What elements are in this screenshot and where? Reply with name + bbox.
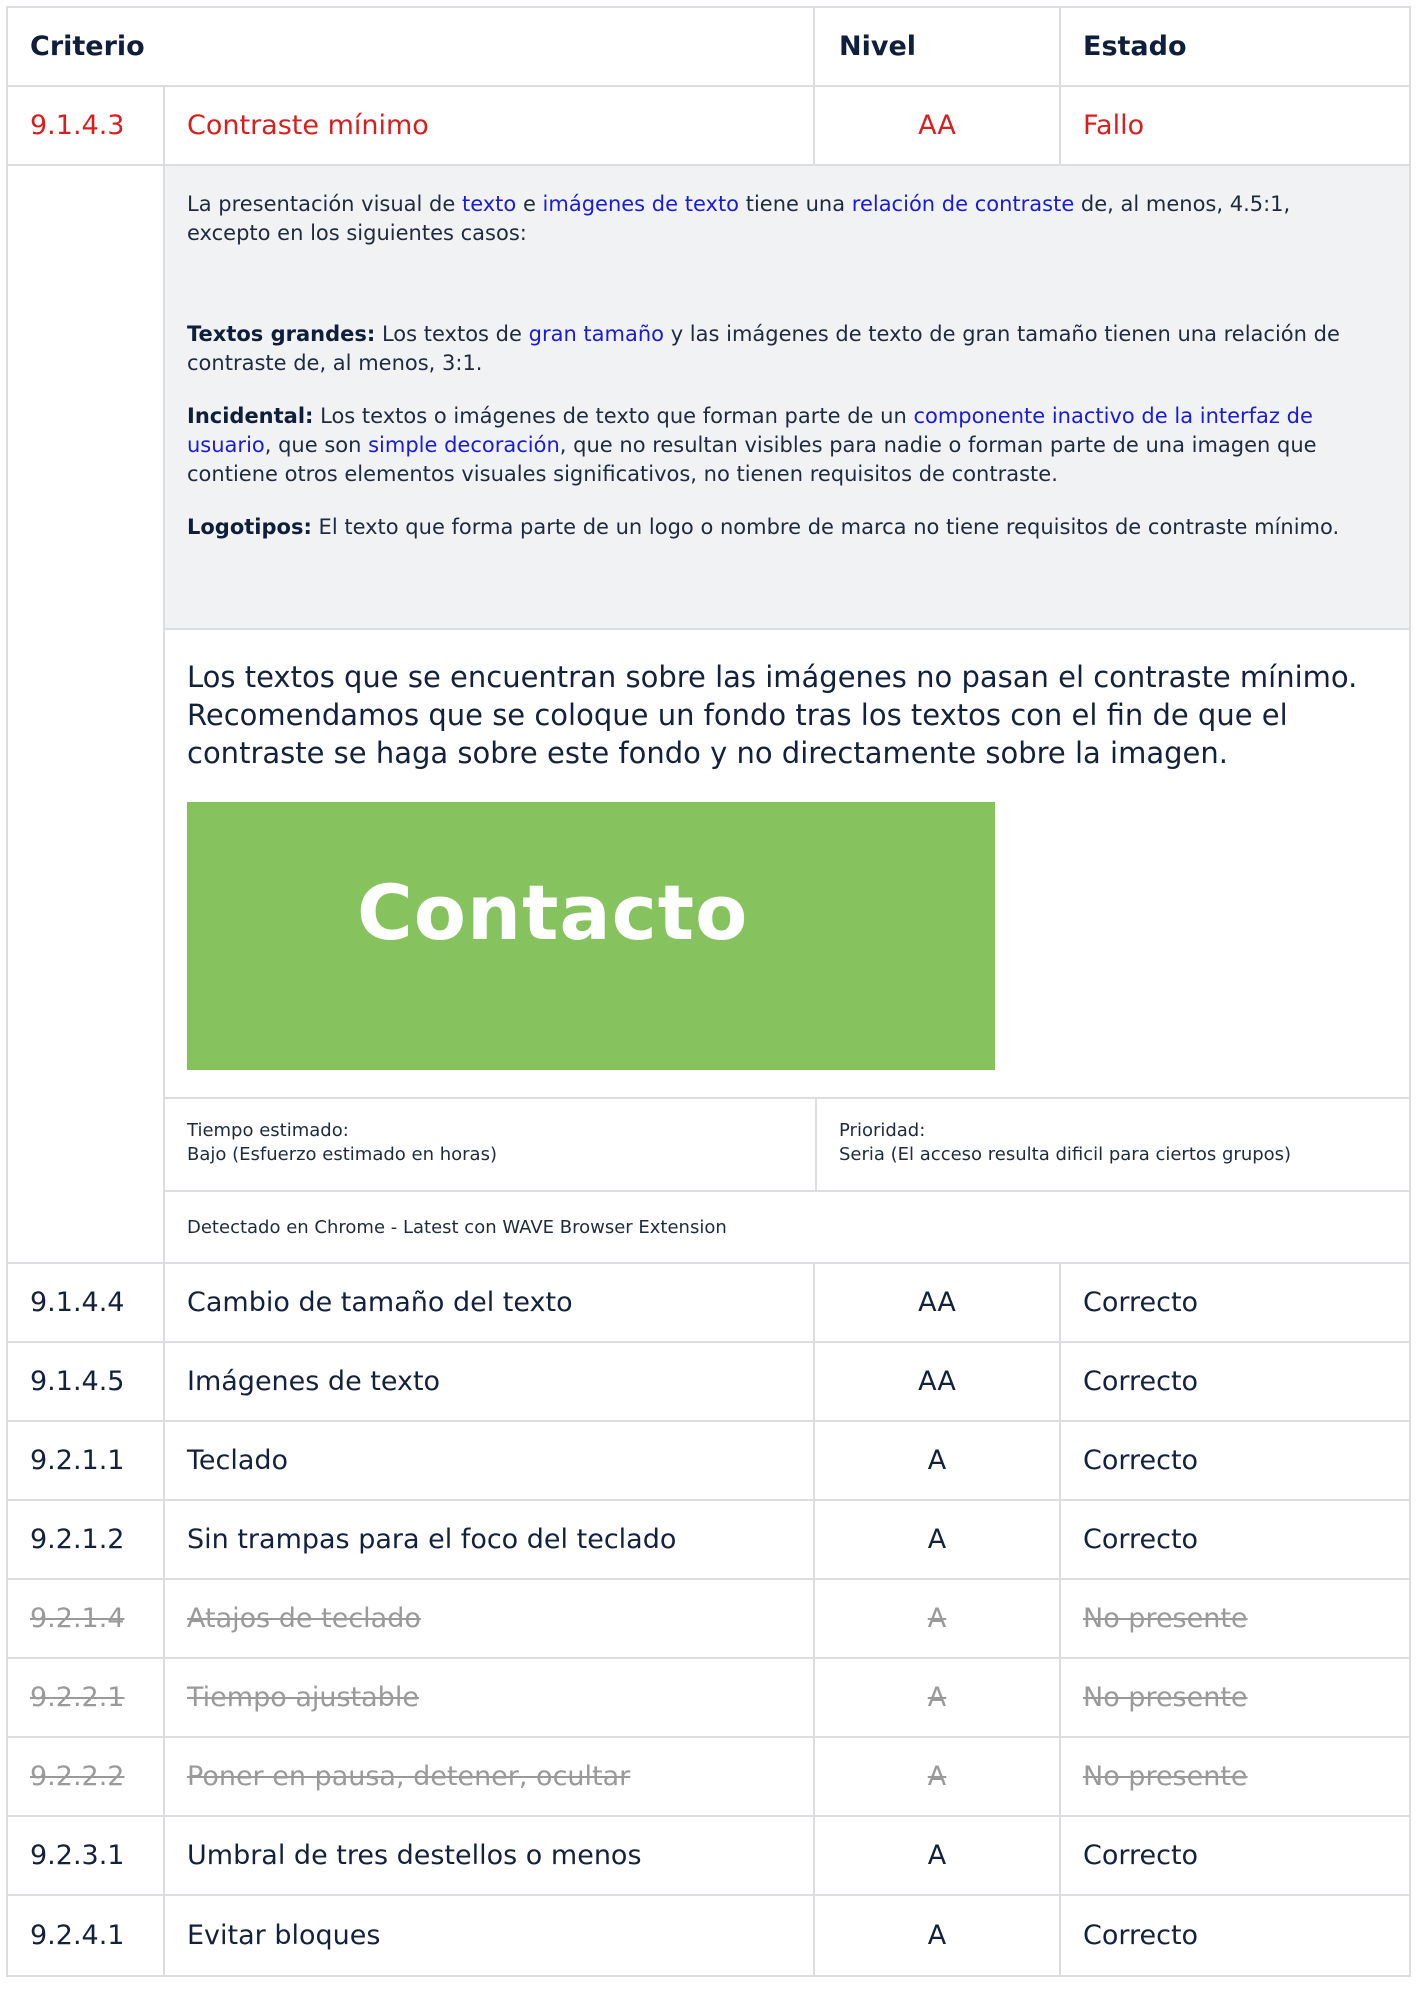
criterion-id: 9.1.4.5	[30, 1366, 125, 1397]
criterion-name: Teclado	[163, 1422, 813, 1499]
criterion-level: A	[813, 1817, 1059, 1894]
criterion-level: AA	[813, 87, 1059, 164]
table-header: Criterio Nivel Estado	[8, 8, 1409, 87]
table-row[interactable]: 9.2.1.4 Atajos de teclado A No presente	[8, 1580, 1409, 1659]
table-row[interactable]: 9.2.4.1 Evitar bloques A Correcto	[8, 1896, 1409, 1975]
criterion-level: A	[813, 1659, 1059, 1736]
criterion-level: AA	[813, 1264, 1059, 1341]
detail-gutter	[8, 166, 163, 1262]
wcag-large-text: Textos grandes: Los textos de gran tamañ…	[187, 322, 1340, 375]
criterion-name: Sin trampas para el foco del teclado	[163, 1501, 813, 1578]
criteria-table: Criterio Nivel Estado 9.1.4.3 Contraste …	[6, 6, 1411, 1977]
criterion-name: Atajos de teclado	[163, 1580, 813, 1657]
criterion-id: 9.1.4.3	[30, 110, 125, 141]
criterion-name: Umbral de tres destellos o menos	[163, 1817, 813, 1894]
criterion-id: 9.2.3.1	[30, 1840, 125, 1871]
criterion-name: Evitar bloques	[163, 1896, 813, 1975]
table-row[interactable]: 9.1.4.4 Cambio de tamaño del texto AA Corre…	[8, 1264, 1409, 1343]
criteria-rows: 9.1.4.4 Cambio de tamaño del texto AA Corre…	[8, 1264, 1409, 1975]
criterion-status: No presente	[1059, 1659, 1409, 1736]
table-row[interactable]: 9.2.2.1 Tiempo ajustable A No presente	[8, 1659, 1409, 1738]
table-row[interactable]: 9.2.1.1 Teclado A Correcto	[8, 1422, 1409, 1501]
contact-image: Contacto	[187, 802, 995, 1070]
criterion-level: A	[813, 1896, 1059, 1975]
estimated-time: Tiempo estimado: Bajo (Esfuerzo estimado…	[187, 1120, 497, 1165]
criterion-detail-panel: La presentación visual de texto e imágen…	[8, 166, 1409, 1264]
criterion-id: 9.2.4.1	[30, 1920, 125, 1951]
header-criterio: Criterio	[30, 31, 145, 62]
link-imagenes-de-texto[interactable]: imágenes de texto	[543, 192, 739, 216]
link-relacion-de-contraste[interactable]: relación de contraste	[852, 192, 1074, 216]
criterion-name: Cambio de tamaño del texto	[163, 1264, 813, 1341]
criterion-level: A	[813, 1501, 1059, 1578]
criterion-level: A	[813, 1580, 1059, 1657]
criterion-id: 9.2.1.1	[30, 1445, 125, 1476]
criterion-id: 9.2.1.2	[30, 1524, 125, 1555]
criterion-name: Tiempo ajustable	[163, 1659, 813, 1736]
table-row[interactable]: 9.1.4.5 Imágenes de texto AA Correcto	[8, 1343, 1409, 1422]
table-row[interactable]: 9.2.1.2 Sin trampas para el foco del tecl…	[8, 1501, 1409, 1580]
criterion-status: Correcto	[1059, 1501, 1409, 1578]
finding-section: Los textos que se encuentran sobre las i…	[165, 630, 1409, 1099]
criterion-name: Imágenes de texto	[163, 1343, 813, 1420]
criterion-status: Correcto	[1059, 1817, 1409, 1894]
criterion-status: Correcto	[1059, 1896, 1409, 1975]
link-texto[interactable]: texto	[462, 192, 516, 216]
criterion-id: 9.2.2.1	[30, 1682, 125, 1713]
criterion-status: Fallo	[1059, 87, 1409, 164]
criterion-id: 9.2.2.2	[30, 1761, 125, 1792]
criterion-name: Contraste mínimo	[163, 87, 813, 164]
criterion-level: A	[813, 1422, 1059, 1499]
wcag-incidental: Incidental: Los textos o imágenes de tex…	[187, 404, 1317, 486]
link-simple-decoracion[interactable]: simple decoración	[368, 433, 560, 457]
table-row[interactable]: 9.2.3.1 Umbral de tres destellos o menos A…	[8, 1817, 1409, 1896]
link-gran-tamano[interactable]: gran tamaño	[529, 322, 664, 346]
finding-text: Los textos que se encuentran sobre las i…	[187, 660, 1358, 770]
criterion-status: No presente	[1059, 1738, 1409, 1815]
detected-in: Detectado en Chrome - Latest con WAVE Br…	[187, 1216, 727, 1238]
criterion-id: 9.2.1.4	[30, 1603, 125, 1634]
criterion-level: AA	[813, 1343, 1059, 1420]
criterion-id: 9.1.4.4	[30, 1287, 125, 1318]
criterion-status: Correcto	[1059, 1343, 1409, 1420]
table-row-expanded[interactable]: 9.1.4.3 Contraste mínimo AA Fallo	[8, 87, 1409, 166]
meta-info: Tiempo estimado: Bajo (Esfuerzo estimado…	[165, 1099, 1409, 1192]
header-estado: Estado	[1059, 8, 1409, 85]
header-nivel: Nivel	[813, 8, 1059, 85]
contact-image-text: Contacto	[357, 868, 749, 957]
criterion-status: No presente	[1059, 1580, 1409, 1657]
criterion-name: Poner en pausa, detener, ocultar	[163, 1738, 813, 1815]
priority: Prioridad: Seria (El acceso resulta difi…	[815, 1099, 1409, 1190]
criterion-status: Correcto	[1059, 1422, 1409, 1499]
criterion-level: A	[813, 1738, 1059, 1815]
wcag-intro: La presentación visual de texto e imágen…	[187, 192, 1291, 245]
table-row[interactable]: 9.2.2.2 Poner en pausa, detener, ocultar A…	[8, 1738, 1409, 1817]
criterion-status: Correcto	[1059, 1264, 1409, 1341]
wcag-description: La presentación visual de texto e imágen…	[165, 166, 1409, 630]
wcag-logos: Logotipos: El texto que forma parte de u…	[187, 515, 1340, 539]
detail-content: La presentación visual de texto e imágen…	[163, 166, 1409, 1262]
